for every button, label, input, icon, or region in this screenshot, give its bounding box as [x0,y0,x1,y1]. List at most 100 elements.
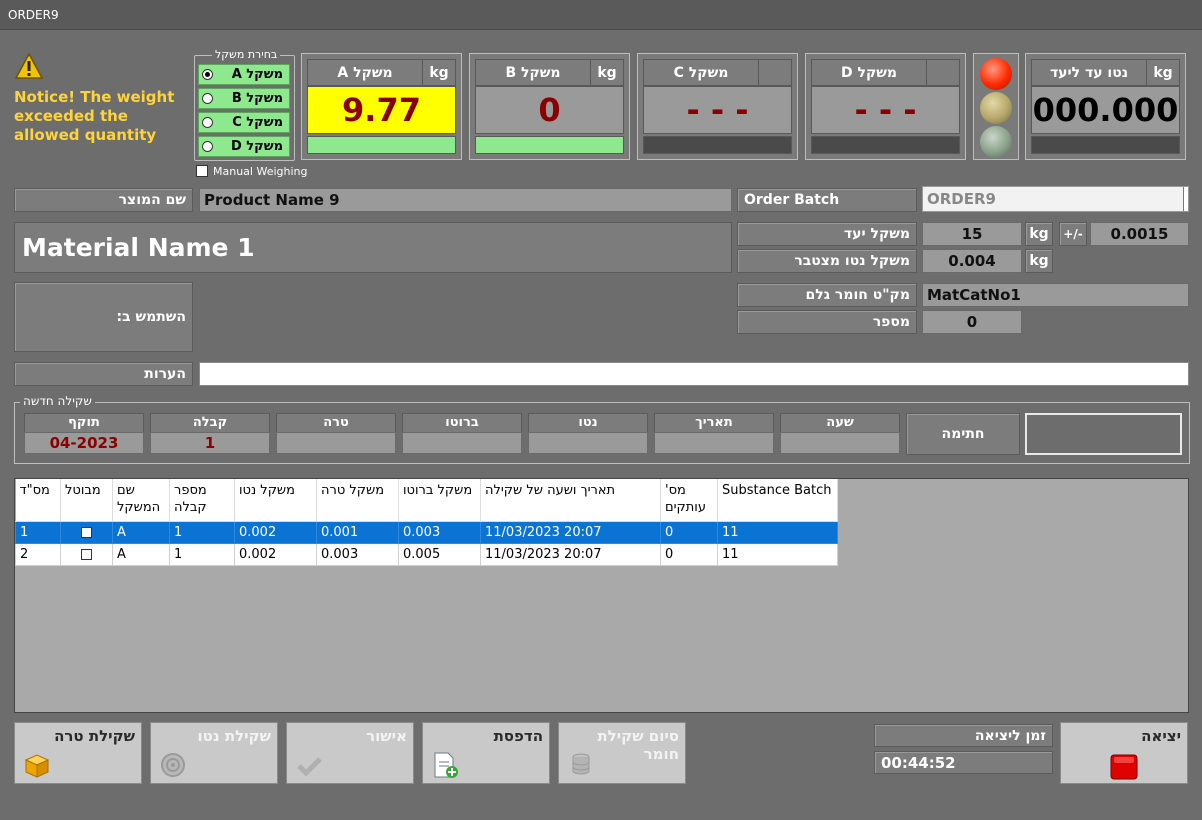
scale-display: 0 [475,86,624,134]
time-value [780,432,900,454]
cancelled-checkbox[interactable] [81,548,92,560]
radio-icon[interactable] [202,93,213,104]
scale-unit [758,59,792,86]
print-button[interactable]: הדפסת [422,722,550,784]
scale-option-a[interactable]: משקל A [198,64,290,85]
stop-icon [1110,754,1138,780]
accum-net-unit: kg [1025,249,1053,273]
checkmark-icon [297,757,322,777]
datetime-cell: 11/03/2023 20:07 [480,520,661,544]
receipt-value: 1 [150,432,270,454]
database-icon [572,753,590,775]
table-row[interactable]: 2 A 1 0.002 0.003 0.005 11/03/2023 20:07… [15,542,838,566]
signature-field[interactable] [1025,413,1182,455]
net-cell: 0.002 [234,520,317,544]
scale-display: 9.77 [307,86,456,134]
radio-icon[interactable] [202,141,213,152]
scale-name: משקל A [307,59,423,86]
box-icon [24,754,50,778]
column-header[interactable]: Substance Batch [717,479,838,522]
net-cell: 0.002 [234,542,317,566]
scale-panel-d: משקל D - - - [805,53,966,160]
column-header[interactable]: תאריך ושעה של שקילה [480,479,661,522]
weighings-grid[interactable]: מס"ד מבוטל שם המשקל מספר קבלה משקל נטו מ… [14,478,1189,713]
receipt-cell: 1 [169,520,235,544]
net-weighing-label: שקילת נטו [197,727,271,745]
weighing-window: ORDER9 Notice! The weight exceeded the a… [0,0,1202,820]
number-value: 0 [922,310,1022,334]
scale-option-d[interactable]: משקל D [198,136,290,157]
tare-weighing-label: שקילת טרה [54,727,135,745]
gross-value [402,432,522,454]
exit-time-label: זמן ליציאה [874,724,1053,747]
tare-cell: 0.001 [316,520,399,544]
expiry-header: תוקף [24,413,144,433]
manual-weighing-checkbox[interactable] [196,165,208,177]
order-batch-field[interactable]: ORDER9 [922,186,1189,212]
column-header[interactable]: מס"ד [15,479,61,522]
print-label: הדפסת [493,727,543,745]
radio-icon[interactable] [202,117,213,128]
radio-selected-icon[interactable] [202,69,213,80]
datetime-cell: 11/03/2023 20:07 [480,542,661,566]
tare-cell: 0.003 [316,542,399,566]
tare-value [276,432,396,454]
net-to-target-bar [1031,136,1180,154]
finish-material-weighing-button[interactable]: סיום שקילת חומר [558,722,686,784]
accum-net-label: משקל נטו מצטבר [737,249,917,273]
red-light-icon [980,58,1012,90]
column-header[interactable]: שם המשקל [112,479,170,522]
number-label: מספר [737,310,917,334]
product-name-value: Product Name 9 [199,188,732,212]
scale-status-bar [307,136,456,154]
scale-name: משקל C [643,59,759,86]
seq-cell: 2 [15,542,61,566]
cancelled-checkbox[interactable] [81,526,92,538]
batch-cell: 11 [717,520,838,544]
net-to-target-label: נטו עד ליעד [1031,59,1147,86]
scale-cell: A [112,520,170,544]
new-weighing-legend: שקילה חדשה [20,394,95,408]
column-header[interactable]: מספר קבלה [169,479,235,522]
scale-option-label: משקל A [231,67,283,82]
approve-button[interactable]: אישור [286,722,414,784]
gross-cell: 0.005 [398,542,481,566]
cancelled-cell [60,520,113,544]
signature-label: חתימה [906,413,1020,455]
tare-weighing-button[interactable]: שקילת טרה [14,722,142,784]
column-header[interactable]: מס' עותקים [660,479,718,522]
column-header[interactable]: משקל נטו [234,479,317,522]
exit-button[interactable]: יציאה [1060,722,1188,784]
cancelled-cell [60,542,113,566]
scale-unit: kg [590,59,624,86]
scale-option-label: משקל D [230,139,283,154]
scale-panel-b: משקל B kg 0 [469,53,630,160]
column-header[interactable]: משקל ברוטו [398,479,481,522]
seq-cell: 1 [15,520,61,544]
tolerance-label: +/- [1059,222,1087,246]
time-header: שעה [780,413,900,433]
gross-cell: 0.003 [398,520,481,544]
accum-net-value: 0.004 [922,249,1022,273]
title-bar: ORDER9 [0,0,1202,30]
scale-cell: A [112,542,170,566]
scale-option-c[interactable]: משקל C [198,112,290,133]
column-header[interactable]: מבוטל [60,479,113,522]
table-row[interactable]: 1 A 1 0.002 0.001 0.003 11/03/2023 20:07… [15,520,838,544]
scale-unit: kg [422,59,456,86]
notes-input[interactable] [199,362,1189,386]
column-header[interactable]: משקל טרה [316,479,399,522]
tolerance-value: 0.0015 [1090,222,1189,246]
date-header: תאריך [654,413,774,433]
scale-panel-a: משקל A kg 9.77 [301,53,462,160]
net-weighing-button[interactable]: שקילת נטו [150,722,278,784]
exit-time-value: 00:44:52 [874,751,1053,774]
scale-name: משקל B [475,59,591,86]
target-weight-unit: kg [1025,222,1053,246]
copies-cell: 0 [660,542,718,566]
net-to-target-unit: kg [1146,59,1180,86]
target-weight-value: 15 [922,222,1022,246]
scale-name: משקל D [811,59,927,86]
scale-option-b[interactable]: משקל B [198,88,290,109]
raw-material-code-value: MatCatNo1 [922,283,1189,307]
